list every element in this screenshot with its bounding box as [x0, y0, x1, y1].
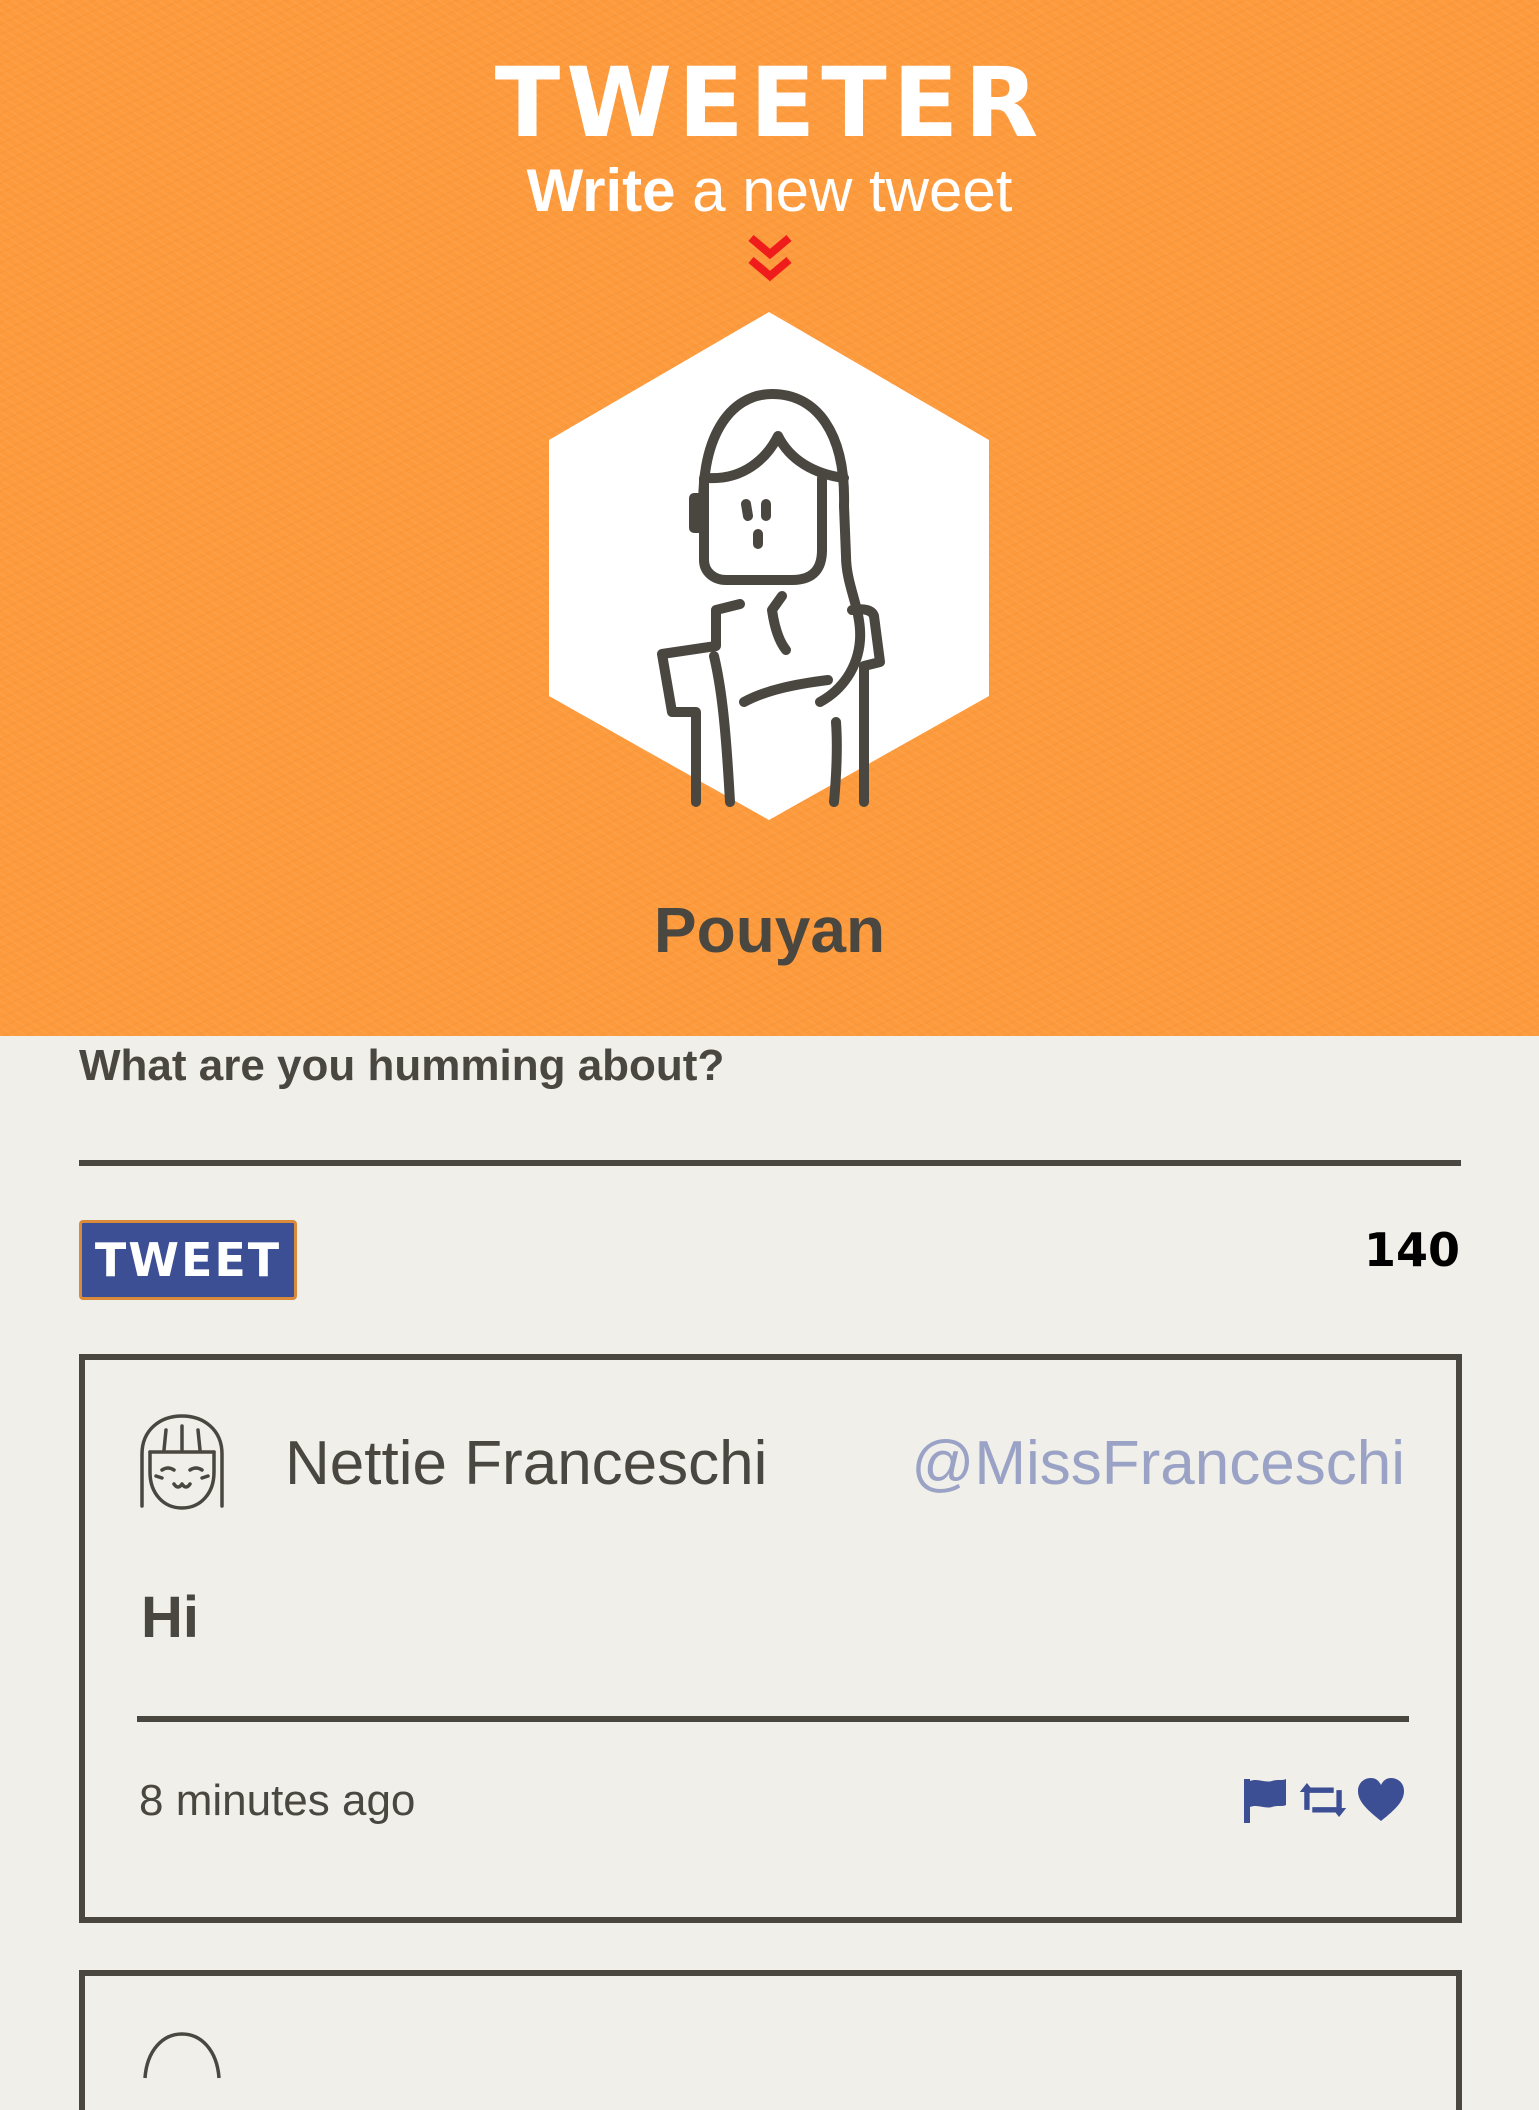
- tweet-author-name: Nettie Franceschi: [285, 1429, 768, 1498]
- profile-avatar: [549, 312, 989, 820]
- compose-toggle-strong: Write: [526, 157, 676, 224]
- tweet-card: Nettie Franceschi @MissFranceschi Hi 8 m…: [79, 1354, 1462, 1923]
- user-avatar: [143, 2032, 221, 2079]
- tweet-text-input[interactable]: [79, 1160, 1461, 1166]
- tweet-content: Hi: [141, 1585, 199, 1650]
- tweet-timestamp: 8 minutes ago: [139, 1776, 416, 1825]
- double-chevron-down-icon[interactable]: [745, 234, 795, 286]
- retweet-icon[interactable]: [1298, 1775, 1348, 1825]
- app-title: TWEETER: [494, 47, 1045, 159]
- compose-prompt: What are you humming about?: [79, 1041, 725, 1090]
- tweet-submit-button[interactable]: TWEET: [79, 1220, 297, 1300]
- tweet-divider: [137, 1716, 1409, 1722]
- profile-header: TWEETER Write a new tweet Pouyan: [0, 0, 1539, 1036]
- tweet-actions: [1240, 1772, 1406, 1828]
- char-counter: 140: [1363, 1223, 1460, 1277]
- flag-icon[interactable]: [1240, 1775, 1290, 1825]
- tweet-card: [79, 1970, 1462, 2110]
- tweet-author-handle: @MissFranceschi: [911, 1429, 1405, 1498]
- user-avatar: [140, 1414, 224, 1510]
- heart-icon[interactable]: [1356, 1775, 1406, 1825]
- profile-name: Pouyan: [653, 894, 886, 966]
- compose-toggle-rest: a new tweet: [675, 157, 1013, 224]
- compose-toggle[interactable]: Write a new tweet: [0, 155, 1539, 227]
